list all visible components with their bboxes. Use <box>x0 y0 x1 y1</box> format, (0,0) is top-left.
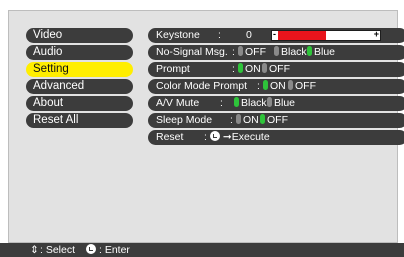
option-on[interactable]: ON <box>238 62 261 77</box>
setting-row-prompt[interactable]: Prompt : ON OFF <box>148 62 404 77</box>
radio-icon <box>288 80 293 90</box>
reset-execute[interactable]: ➞Execute <box>210 130 270 145</box>
setting-row-reset[interactable]: Reset : ➞Execute <box>148 130 404 145</box>
setting-label: Color Mode Prompt <box>156 80 248 92</box>
keystone-minus: - <box>273 29 276 39</box>
enter-icon <box>210 131 220 141</box>
radio-icon <box>236 114 241 124</box>
setting-separator: : <box>230 114 233 126</box>
enter-icon <box>86 244 96 254</box>
option-black[interactable]: Black <box>274 45 307 60</box>
menu-item-label: Video <box>33 29 63 41</box>
menu-item-label: Reset All <box>33 114 79 126</box>
keystone-slider[interactable]: - + <box>271 29 381 41</box>
help-bar: ⇕ : Select : Enter <box>0 243 404 257</box>
setting-label: Reset <box>156 131 184 143</box>
select-hint: : Select <box>40 244 76 256</box>
radio-icon <box>307 46 312 56</box>
setting-label: Sleep Mode <box>156 114 213 126</box>
option-on[interactable]: ON <box>263 79 286 94</box>
keystone-value: 0 <box>246 29 252 41</box>
setting-separator: : <box>232 63 235 75</box>
option-off[interactable]: OFF <box>238 45 266 60</box>
menu-item-label: About <box>33 97 64 109</box>
menu-item-label: Setting <box>33 63 69 75</box>
enter-hint-wrap <box>86 243 96 257</box>
setting-label: Prompt <box>156 63 190 75</box>
setting-row-av-mute[interactable]: A/V Mute : Black Blue <box>148 96 404 111</box>
option-blue[interactable]: Blue <box>267 96 295 111</box>
setting-row-sleep-mode[interactable]: Sleep Mode : ON OFF <box>148 113 404 128</box>
option-off[interactable]: OFF <box>260 113 288 128</box>
option-off[interactable]: OFF <box>288 79 316 94</box>
option-on[interactable]: ON <box>236 113 259 128</box>
menu-item-label: Advanced <box>33 80 85 92</box>
setting-separator: : <box>257 80 260 92</box>
setting-separator: : <box>218 29 221 41</box>
menu-item-label: Audio <box>33 46 63 58</box>
menu-item-setting[interactable]: Setting <box>26 62 133 77</box>
setting-label: Keystone <box>156 29 200 41</box>
setting-row-keystone[interactable]: Keystone : 0 - + <box>148 28 404 43</box>
enter-hint: : Enter <box>99 244 130 256</box>
radio-icon <box>267 97 272 107</box>
keystone-plus: + <box>373 29 379 39</box>
setting-row-color-mode-prompt[interactable]: Color Mode Prompt : ON OFF <box>148 79 404 94</box>
option-off[interactable]: OFF <box>262 62 290 77</box>
option-blue[interactable]: Blue <box>307 45 335 60</box>
setting-row-no-signal-msg[interactable]: No-Signal Msg. : OFF Black Blue <box>148 45 404 60</box>
execute-arrow-icon: ➞ <box>222 131 232 143</box>
radio-icon <box>263 80 268 90</box>
option-black[interactable]: Black <box>234 96 267 111</box>
keystone-slider-fill <box>278 31 326 40</box>
radio-icon <box>260 114 265 124</box>
setting-label: A/V Mute <box>156 97 200 109</box>
radio-icon <box>238 46 243 56</box>
radio-icon <box>238 63 243 73</box>
projector-menu-panel: Video Audio Setting Advanced About Reset… <box>8 10 404 243</box>
menu-item-audio[interactable]: Audio <box>26 45 133 60</box>
setting-separator: : <box>204 131 207 143</box>
setting-separator: : <box>220 97 223 109</box>
menu-item-about[interactable]: About <box>26 96 133 111</box>
radio-icon <box>274 46 279 56</box>
radio-icon <box>234 97 239 107</box>
up-down-arrows-icon: ⇕ <box>30 244 39 256</box>
radio-icon <box>262 63 267 73</box>
menu-item-video[interactable]: Video <box>26 28 133 43</box>
menu-item-advanced[interactable]: Advanced <box>26 79 133 94</box>
setting-label: No-Signal Msg. <box>156 46 228 58</box>
setting-separator: : <box>232 46 235 58</box>
menu-item-reset-all[interactable]: Reset All <box>26 113 133 128</box>
